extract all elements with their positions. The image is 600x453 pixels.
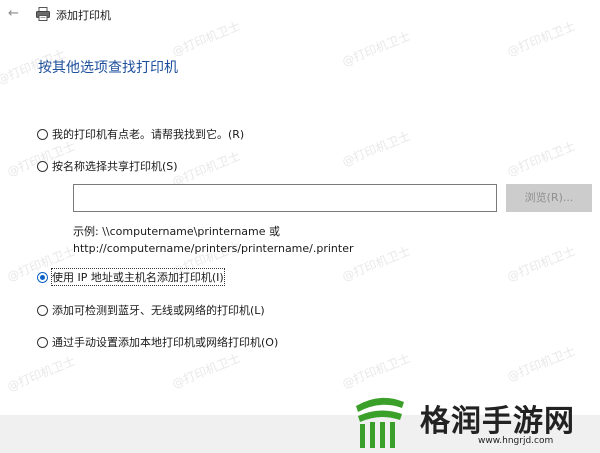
browse-button[interactable]: 浏览(R)... [506,184,592,212]
title-bar: ← 添加打印机 [0,0,600,28]
watermark-text: @打印机卫士 [340,128,413,169]
radio-button-selected[interactable] [37,271,48,283]
option-label: 我的打印机有点老。请帮我找到它。(R) [52,128,245,141]
radio-button[interactable] [37,336,48,348]
logo-url: www.hngrjd.com [478,436,554,446]
logo-mark-icon [356,397,404,448]
watermark-text: @打印机卫士 [340,350,413,391]
watermark-text: @打印机卫士 [340,28,413,69]
page-heading: 按其他选项查找打印机 [38,60,178,76]
example-line-1: 示例: \\computername\printername 或 [73,225,281,238]
watermark-text: @打印机卫士 [170,350,243,391]
option-bluetooth-wireless-network[interactable]: 添加可检测到蓝牙、无线或网络的打印机(L) [37,302,265,318]
watermark-text: @打印机卫士 [505,243,578,284]
shared-printer-name-input[interactable] [73,184,497,212]
site-logo: 格润手游网 www.hngrjd.com [348,392,598,450]
option-label: 通过手动设置添加本地打印机或网络打印机(O) [52,336,279,349]
radio-button[interactable] [37,304,48,316]
option-manual-local-or-network[interactable]: 通过手动设置添加本地打印机或网络打印机(O) [37,334,278,350]
window-title: 添加打印机 [56,9,111,22]
option-old-printer[interactable]: 我的打印机有点老。请帮我找到它。(R) [37,126,244,142]
radio-button[interactable] [37,128,48,140]
option-shared-printer-by-name[interactable]: 按名称选择共享打印机(S) [37,158,178,174]
radio-button[interactable] [37,160,48,172]
option-ip-or-hostname[interactable]: 使用 IP 地址或主机名添加打印机(I) [37,268,225,286]
example-text: 示例: \\computername\printername 或 http://… [73,223,354,257]
watermark-text: @打印机卫士 [505,138,578,179]
option-label: 使用 IP 地址或主机名添加打印机(I) [51,268,225,286]
logo-name: 格润手游网 [420,404,575,439]
example-line-2: http://computername/printers/printername… [73,242,354,255]
option-label: 添加可检测到蓝牙、无线或网络的打印机(L) [52,304,265,317]
back-arrow-icon[interactable]: ← [8,6,24,22]
option-label: 按名称选择共享打印机(S) [52,160,178,173]
watermark-text: @打印机卫士 [505,343,578,384]
watermark-text: @打印机卫士 [5,353,78,394]
printer-icon [36,7,50,21]
